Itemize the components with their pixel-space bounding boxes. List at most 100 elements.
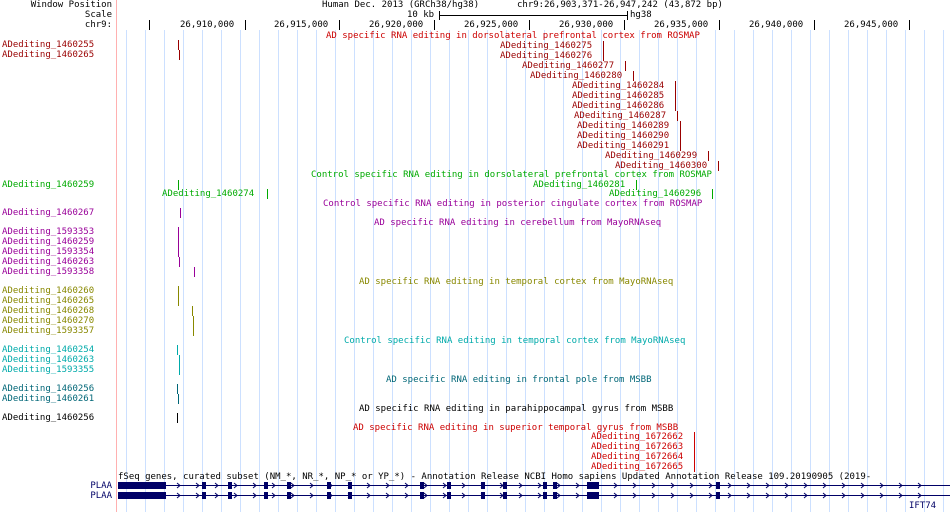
feature-label-t9-1[interactable]: ADediting_1672663 [591,442,683,452]
track-title-t6[interactable]: Control specific RNA editing in temporal… [344,336,685,346]
track-title-t1[interactable]: AD specific RNA editing in dorsolateral … [326,31,700,41]
feature-label-t1-11[interactable]: ADediting_1460299 [605,151,697,161]
feature-mark[interactable] [178,296,179,306]
feature-mark[interactable] [194,267,195,277]
feature-mark[interactable] [675,81,676,91]
track-title-t5[interactable]: AD specific RNA editing in temporal cort… [359,277,673,287]
feature-mark[interactable] [625,61,626,71]
feature-label-t1-10[interactable]: ADediting_1460291 [577,141,669,151]
feature-label-t1-2[interactable]: ADediting_1460277 [522,61,614,71]
feature-mark[interactable] [694,462,695,472]
feature-label-t2-1[interactable]: ADediting_1460274 [162,189,254,199]
feature-mark[interactable] [192,306,193,316]
track-display-area[interactable]: Human Dec. 2013 (GRCh38/hg38) chr9:26,90… [117,0,950,512]
side-label-genes-1[interactable]: PLAA [0,491,112,501]
gene-exon [447,492,451,499]
side-label-t3-0[interactable]: ADediting_1460267 [2,208,114,218]
side-label-t6-0[interactable]: ADediting_1460254 [2,345,114,355]
side-label-t4-4[interactable]: ADediting_1593358 [2,267,114,277]
feature-mark[interactable] [675,101,676,111]
feature-label-t1-6[interactable]: ADediting_1460286 [572,101,664,111]
side-label-t2-0[interactable]: ADediting_1460259 [2,180,114,190]
side-label-t5-2[interactable]: ADediting_1460268 [2,306,114,316]
feature-label-t1-4[interactable]: ADediting_1460284 [572,81,664,91]
feature-label-t1-1[interactable]: ADediting_1460276 [500,51,592,61]
track-title-genes[interactable]: fSeq genes, curated subset (NM_*, NR_*, … [118,472,871,482]
feature-label-t1-0[interactable]: ADediting_1460275 [500,41,592,51]
side-label-t5-1[interactable]: ADediting_1460265 [2,296,114,306]
feature-mark[interactable] [680,141,681,151]
feature-label-t1-9[interactable]: ADediting_1460290 [577,131,669,141]
side-label-t6-2[interactable]: ADediting_1593355 [2,365,114,375]
feature-mark[interactable] [179,50,180,60]
gene-exon [420,492,424,499]
feature-mark[interactable] [179,365,180,375]
feature-label-t1-3[interactable]: ADediting_1460280 [530,71,622,81]
side-label-t1-0[interactable]: ADediting_1460255 [2,40,114,50]
side-label-t1-1[interactable]: ADediting_1460265 [2,50,114,60]
feature-mark[interactable] [680,121,681,131]
feature-mark[interactable] [675,91,676,101]
feature-mark[interactable] [712,189,713,199]
tick-label-7: 26,945,000 [844,20,899,30]
feature-mark[interactable] [680,131,681,141]
side-label-t5-0[interactable]: ADediting_1460260 [2,286,114,296]
gene-exon [228,482,232,489]
feature-mark[interactable] [178,227,179,237]
window-position-label: Window Position [30,0,112,10]
side-label-t4-3[interactable]: ADediting_1460263 [2,257,114,267]
side-label-genes-0[interactable]: PLAA [0,481,112,491]
feature-mark[interactable] [193,326,194,336]
feature-mark[interactable] [193,316,194,326]
feature-mark[interactable] [177,413,178,423]
feature-label-t1-7[interactable]: ADediting_1460287 [574,111,666,121]
feature-label-t2-2[interactable]: ADediting_1460296 [609,189,701,199]
feature-label-t1-5[interactable]: ADediting_1460285 [572,91,664,101]
side-label-t5-3[interactable]: ADediting_1460270 [2,316,114,326]
feature-mark[interactable] [708,151,709,161]
track-title-t3[interactable]: Control specific RNA editing in posterio… [323,199,702,209]
feature-mark[interactable] [694,452,695,462]
feature-mark[interactable] [178,237,179,247]
scale-assembly: hg38 [630,10,652,20]
feature-mark[interactable] [267,189,268,199]
next-gene-label[interactable]: IFT74 [909,501,936,511]
track-title-t7[interactable]: AD specific RNA editing in frontal pole … [386,375,652,385]
feature-mark[interactable] [179,355,180,365]
feature-mark[interactable] [178,394,179,404]
feature-mark[interactable] [603,51,604,61]
feature-mark[interactable] [633,71,634,81]
gene-exon [543,482,547,489]
side-label-t8-0[interactable]: ADediting_1460256 [2,413,114,423]
gene-exon [202,482,206,489]
feature-label-t9-2[interactable]: ADediting_1672664 [591,452,683,462]
track-title-t4[interactable]: AD specific RNA editing in cerebellum fr… [374,218,661,228]
feature-label-t1-8[interactable]: ADediting_1460289 [577,121,669,131]
feature-mark[interactable] [694,432,695,442]
feature-mark[interactable] [718,161,719,171]
feature-mark[interactable] [179,257,180,267]
feature-mark[interactable] [603,41,604,51]
side-label-t5-4[interactable]: ADediting_1593357 [2,326,114,336]
tick-label-4: 26,930,000 [559,20,614,30]
track-title-t8[interactable]: AD specific RNA editing in parahippocamp… [359,404,673,414]
side-label-t4-1[interactable]: ADediting_1460259 [2,237,114,247]
feature-label-t9-0[interactable]: ADediting_1672662 [591,432,683,442]
feature-mark[interactable] [677,111,678,121]
side-label-t4-0[interactable]: ADediting_1593353 [2,227,114,237]
feature-mark[interactable] [177,345,178,355]
feature-mark[interactable] [178,40,179,50]
feature-mark[interactable] [694,442,695,452]
feature-mark[interactable] [177,384,178,394]
feature-mark[interactable] [178,247,179,257]
side-label-t4-2[interactable]: ADediting_1593354 [2,247,114,257]
scale-value: 10 kb [407,10,435,20]
feature-mark[interactable] [180,208,181,218]
gene-exon [264,482,268,489]
feature-label-t9-3[interactable]: ADediting_1672665 [591,462,683,472]
track-title-t2[interactable]: Control specific RNA editing in dorsolat… [311,170,712,180]
side-label-t7-0[interactable]: ADediting_1460256 [2,384,114,394]
feature-mark[interactable] [178,286,179,296]
side-label-t6-1[interactable]: ADediting_1460263 [2,355,114,365]
side-label-t7-1[interactable]: ADediting_1460261 [2,394,114,404]
